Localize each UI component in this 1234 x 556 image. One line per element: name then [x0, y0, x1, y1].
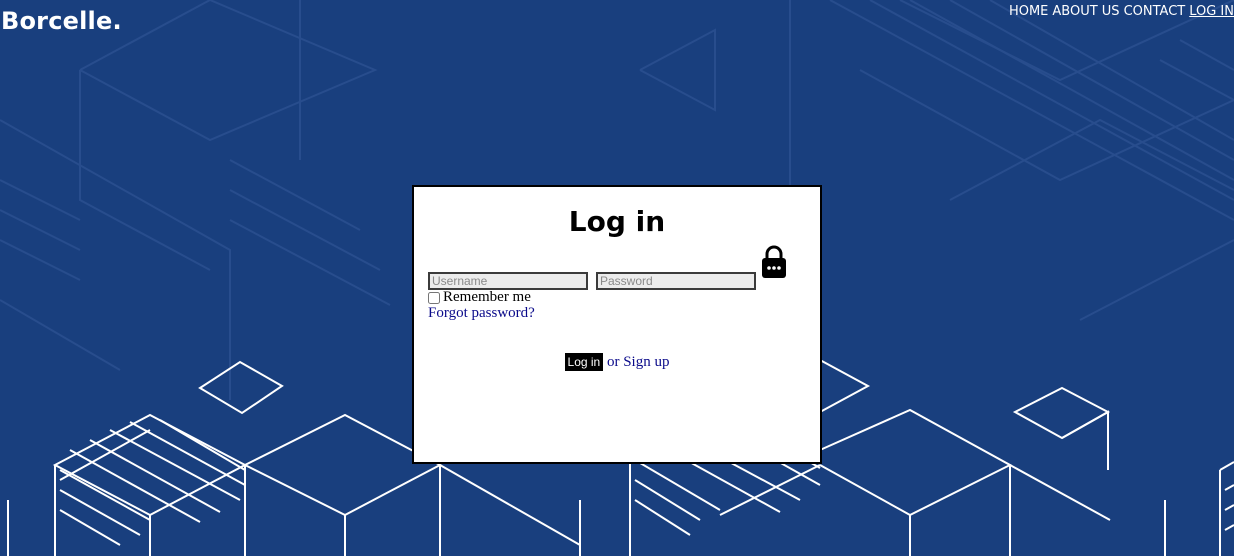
password-input[interactable]	[596, 272, 756, 290]
nav-home[interactable]: HOME	[1009, 3, 1048, 21]
login-title: Log in	[568, 205, 666, 238]
sign-up-link[interactable]: Sign up	[623, 354, 669, 370]
credential-fields	[428, 272, 756, 290]
lock-icon	[762, 245, 786, 278]
username-input[interactable]	[428, 272, 588, 290]
remember-me[interactable]: Remember me	[428, 289, 531, 306]
nav-log-in[interactable]: LOG IN	[1189, 3, 1234, 21]
remember-me-checkbox[interactable]	[428, 291, 440, 304]
nav-about-us[interactable]: ABOUT US	[1052, 3, 1119, 21]
log-in-button[interactable]: Log in	[564, 353, 604, 371]
remember-me-label: Remember me	[443, 289, 531, 305]
nav-contact[interactable]: CONTACT	[1124, 3, 1186, 21]
login-card: Log in Remember me Forgot password? Log …	[412, 185, 822, 464]
top-nav: HOME ABOUT US CONTACT LOG IN	[1009, 3, 1234, 21]
forgot-password-link[interactable]: Forgot password?	[428, 305, 535, 322]
or-text: or	[606, 354, 620, 370]
brand-logo[interactable]: Borcelle.	[1, 4, 122, 38]
login-actions: Log in or Sign up	[414, 353, 820, 371]
